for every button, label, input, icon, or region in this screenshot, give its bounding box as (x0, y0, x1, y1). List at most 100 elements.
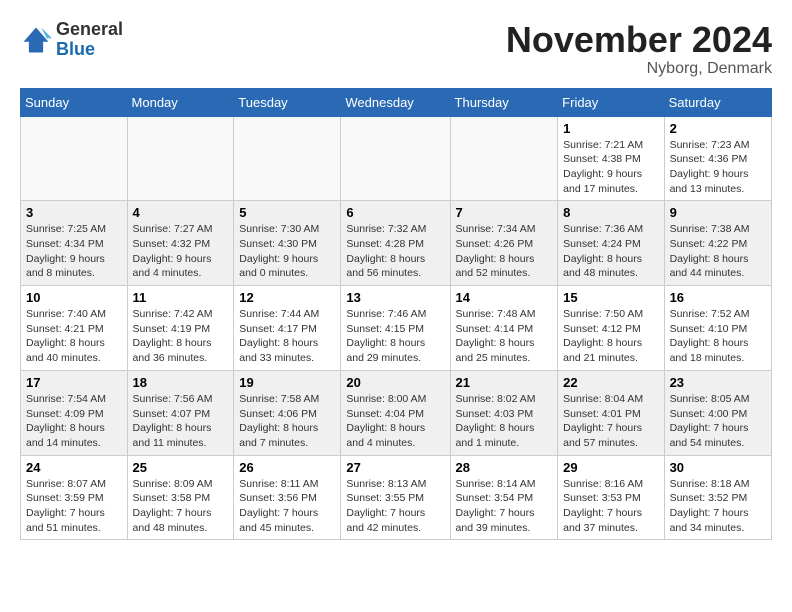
calendar-cell: 11Sunrise: 7:42 AMSunset: 4:19 PMDayligh… (127, 286, 234, 371)
calendar-body: 1 Sunrise: 7:21 AMSunset: 4:38 PMDaylight… (21, 116, 772, 540)
day-number: 26 (239, 460, 335, 475)
calendar-cell: 22 Sunrise: 8:04 AMSunset: 4:01 PMDayligh… (558, 370, 664, 455)
day-number: 6 (346, 205, 444, 220)
calendar-cell: 20 Sunrise: 8:00 AMSunset: 4:04 PMDayligh… (341, 370, 450, 455)
calendar-cell (127, 116, 234, 201)
calendar-cell: 21 Sunrise: 8:02 AMSunset: 4:03 PMDayligh… (450, 370, 558, 455)
calendar-week-row: 17 Sunrise: 7:54 AMSunset: 4:09 PMDayligh… (21, 370, 772, 455)
day-info: Sunrise: 8:00 AMSunset: 4:04 PMDaylight:… (346, 392, 444, 451)
calendar-cell: 5 Sunrise: 7:30 AMSunset: 4:30 PMDaylight… (234, 201, 341, 286)
day-number: 9 (670, 205, 766, 220)
day-info: Sunrise: 7:54 AMSunset: 4:09 PMDaylight:… (26, 392, 122, 451)
calendar-cell: 27 Sunrise: 8:13 AMSunset: 3:55 PMDayligh… (341, 455, 450, 540)
day-info: Sunrise: 8:09 AMSunset: 3:58 PMDaylight:… (133, 477, 229, 536)
weekday-header-friday: Friday (558, 88, 664, 116)
day-number: 16 (670, 290, 766, 305)
day-info: Sunrise: 7:32 AMSunset: 4:28 PMDaylight:… (346, 222, 444, 281)
calendar-cell: 2 Sunrise: 7:23 AMSunset: 4:36 PMDaylight… (664, 116, 771, 201)
day-info: Sunrise: 7:58 AMSunset: 4:06 PMDaylight:… (239, 392, 335, 451)
calendar-week-row: 3 Sunrise: 7:25 AMSunset: 4:34 PMDaylight… (21, 201, 772, 286)
calendar-cell: 28 Sunrise: 8:14 AMSunset: 3:54 PMDayligh… (450, 455, 558, 540)
weekday-header-sunday: Sunday (21, 88, 128, 116)
day-number: 3 (26, 205, 122, 220)
day-number: 25 (133, 460, 229, 475)
day-number: 18 (133, 375, 229, 390)
calendar-cell: 14 Sunrise: 7:48 AMSunset: 4:14 PMDayligh… (450, 286, 558, 371)
day-info: Sunrise: 7:52 AMSunset: 4:10 PMDaylight:… (670, 307, 766, 366)
day-number: 8 (563, 205, 658, 220)
day-number: 4 (133, 205, 229, 220)
calendar-cell (341, 116, 450, 201)
day-info: Sunrise: 7:27 AMSunset: 4:32 PMDaylight:… (133, 222, 229, 281)
day-number: 22 (563, 375, 658, 390)
day-number: 10 (26, 290, 122, 305)
weekday-row: SundayMondayTuesdayWednesdayThursdayFrid… (21, 88, 772, 116)
calendar-week-row: 1 Sunrise: 7:21 AMSunset: 4:38 PMDaylight… (21, 116, 772, 201)
calendar-cell (21, 116, 128, 201)
day-number: 15 (563, 290, 658, 305)
day-number: 23 (670, 375, 766, 390)
calendar-cell: 3 Sunrise: 7:25 AMSunset: 4:34 PMDaylight… (21, 201, 128, 286)
calendar-week-row: 10 Sunrise: 7:40 AMSunset: 4:21 PMDayligh… (21, 286, 772, 371)
calendar-cell: 6 Sunrise: 7:32 AMSunset: 4:28 PMDaylight… (341, 201, 450, 286)
day-number: 17 (26, 375, 122, 390)
day-info: Sunrise: 8:07 AMSunset: 3:59 PMDaylight:… (26, 477, 122, 536)
day-info: Sunrise: 7:23 AMSunset: 4:36 PMDaylight:… (670, 138, 766, 197)
calendar-cell: 23 Sunrise: 8:05 AMSunset: 4:00 PMDayligh… (664, 370, 771, 455)
calendar-cell: 7 Sunrise: 7:34 AMSunset: 4:26 PMDaylight… (450, 201, 558, 286)
day-number: 24 (26, 460, 122, 475)
day-number: 30 (670, 460, 766, 475)
day-info: Sunrise: 8:14 AMSunset: 3:54 PMDaylight:… (456, 477, 553, 536)
logo-icon (20, 24, 52, 56)
day-info: Sunrise: 7:42 AMSunset: 4:19 PMDaylight:… (133, 307, 229, 366)
calendar-cell: 12Sunrise: 7:44 AMSunset: 4:17 PMDayligh… (234, 286, 341, 371)
calendar-cell: 9 Sunrise: 7:38 AMSunset: 4:22 PMDaylight… (664, 201, 771, 286)
calendar-header: SundayMondayTuesdayWednesdayThursdayFrid… (21, 88, 772, 116)
day-info: Sunrise: 7:21 AMSunset: 4:38 PMDaylight:… (563, 138, 658, 197)
calendar-cell: 30 Sunrise: 8:18 AMSunset: 3:52 PMDayligh… (664, 455, 771, 540)
calendar-cell: 29 Sunrise: 8:16 AMSunset: 3:53 PMDayligh… (558, 455, 664, 540)
month-title: November 2024 (506, 20, 772, 60)
weekday-header-thursday: Thursday (450, 88, 558, 116)
day-number: 5 (239, 205, 335, 220)
day-number: 20 (346, 375, 444, 390)
day-info: Sunrise: 8:05 AMSunset: 4:00 PMDaylight:… (670, 392, 766, 451)
day-info: Sunrise: 8:13 AMSunset: 3:55 PMDaylight:… (346, 477, 444, 536)
title-block: November 2024 Nyborg, Denmark (506, 20, 772, 78)
weekday-header-tuesday: Tuesday (234, 88, 341, 116)
day-number: 12 (239, 290, 335, 305)
day-info: Sunrise: 8:18 AMSunset: 3:52 PMDaylight:… (670, 477, 766, 536)
day-number: 13 (346, 290, 444, 305)
weekday-header-monday: Monday (127, 88, 234, 116)
day-number: 14 (456, 290, 553, 305)
day-number: 29 (563, 460, 658, 475)
day-number: 2 (670, 121, 766, 136)
calendar-cell: 10 Sunrise: 7:40 AMSunset: 4:21 PMDayligh… (21, 286, 128, 371)
day-info: Sunrise: 7:48 AMSunset: 4:14 PMDaylight:… (456, 307, 553, 366)
calendar-cell: 24 Sunrise: 8:07 AMSunset: 3:59 PMDayligh… (21, 455, 128, 540)
weekday-header-wednesday: Wednesday (341, 88, 450, 116)
day-number: 19 (239, 375, 335, 390)
day-info: Sunrise: 7:25 AMSunset: 4:34 PMDaylight:… (26, 222, 122, 281)
day-info: Sunrise: 8:04 AMSunset: 4:01 PMDaylight:… (563, 392, 658, 451)
calendar-cell: 4 Sunrise: 7:27 AMSunset: 4:32 PMDaylight… (127, 201, 234, 286)
day-number: 28 (456, 460, 553, 475)
day-number: 27 (346, 460, 444, 475)
calendar-cell (450, 116, 558, 201)
day-info: Sunrise: 8:16 AMSunset: 3:53 PMDaylight:… (563, 477, 658, 536)
calendar-cell: 13Sunrise: 7:46 AMSunset: 4:15 PMDayligh… (341, 286, 450, 371)
day-info: Sunrise: 7:34 AMSunset: 4:26 PMDaylight:… (456, 222, 553, 281)
day-number: 21 (456, 375, 553, 390)
day-number: 7 (456, 205, 553, 220)
calendar-cell: 19 Sunrise: 7:58 AMSunset: 4:06 PMDayligh… (234, 370, 341, 455)
day-number: 1 (563, 121, 658, 136)
logo-blue-text: Blue (56, 40, 123, 60)
day-info: Sunrise: 7:40 AMSunset: 4:21 PMDaylight:… (26, 307, 122, 366)
logo-general-text: General (56, 20, 123, 40)
day-info: Sunrise: 7:30 AMSunset: 4:30 PMDaylight:… (239, 222, 335, 281)
day-info: Sunrise: 8:02 AMSunset: 4:03 PMDaylight:… (456, 392, 553, 451)
calendar-cell: 18Sunrise: 7:56 AMSunset: 4:07 PMDayligh… (127, 370, 234, 455)
weekday-header-saturday: Saturday (664, 88, 771, 116)
location-text: Nyborg, Denmark (506, 60, 772, 78)
day-info: Sunrise: 7:38 AMSunset: 4:22 PMDaylight:… (670, 222, 766, 281)
